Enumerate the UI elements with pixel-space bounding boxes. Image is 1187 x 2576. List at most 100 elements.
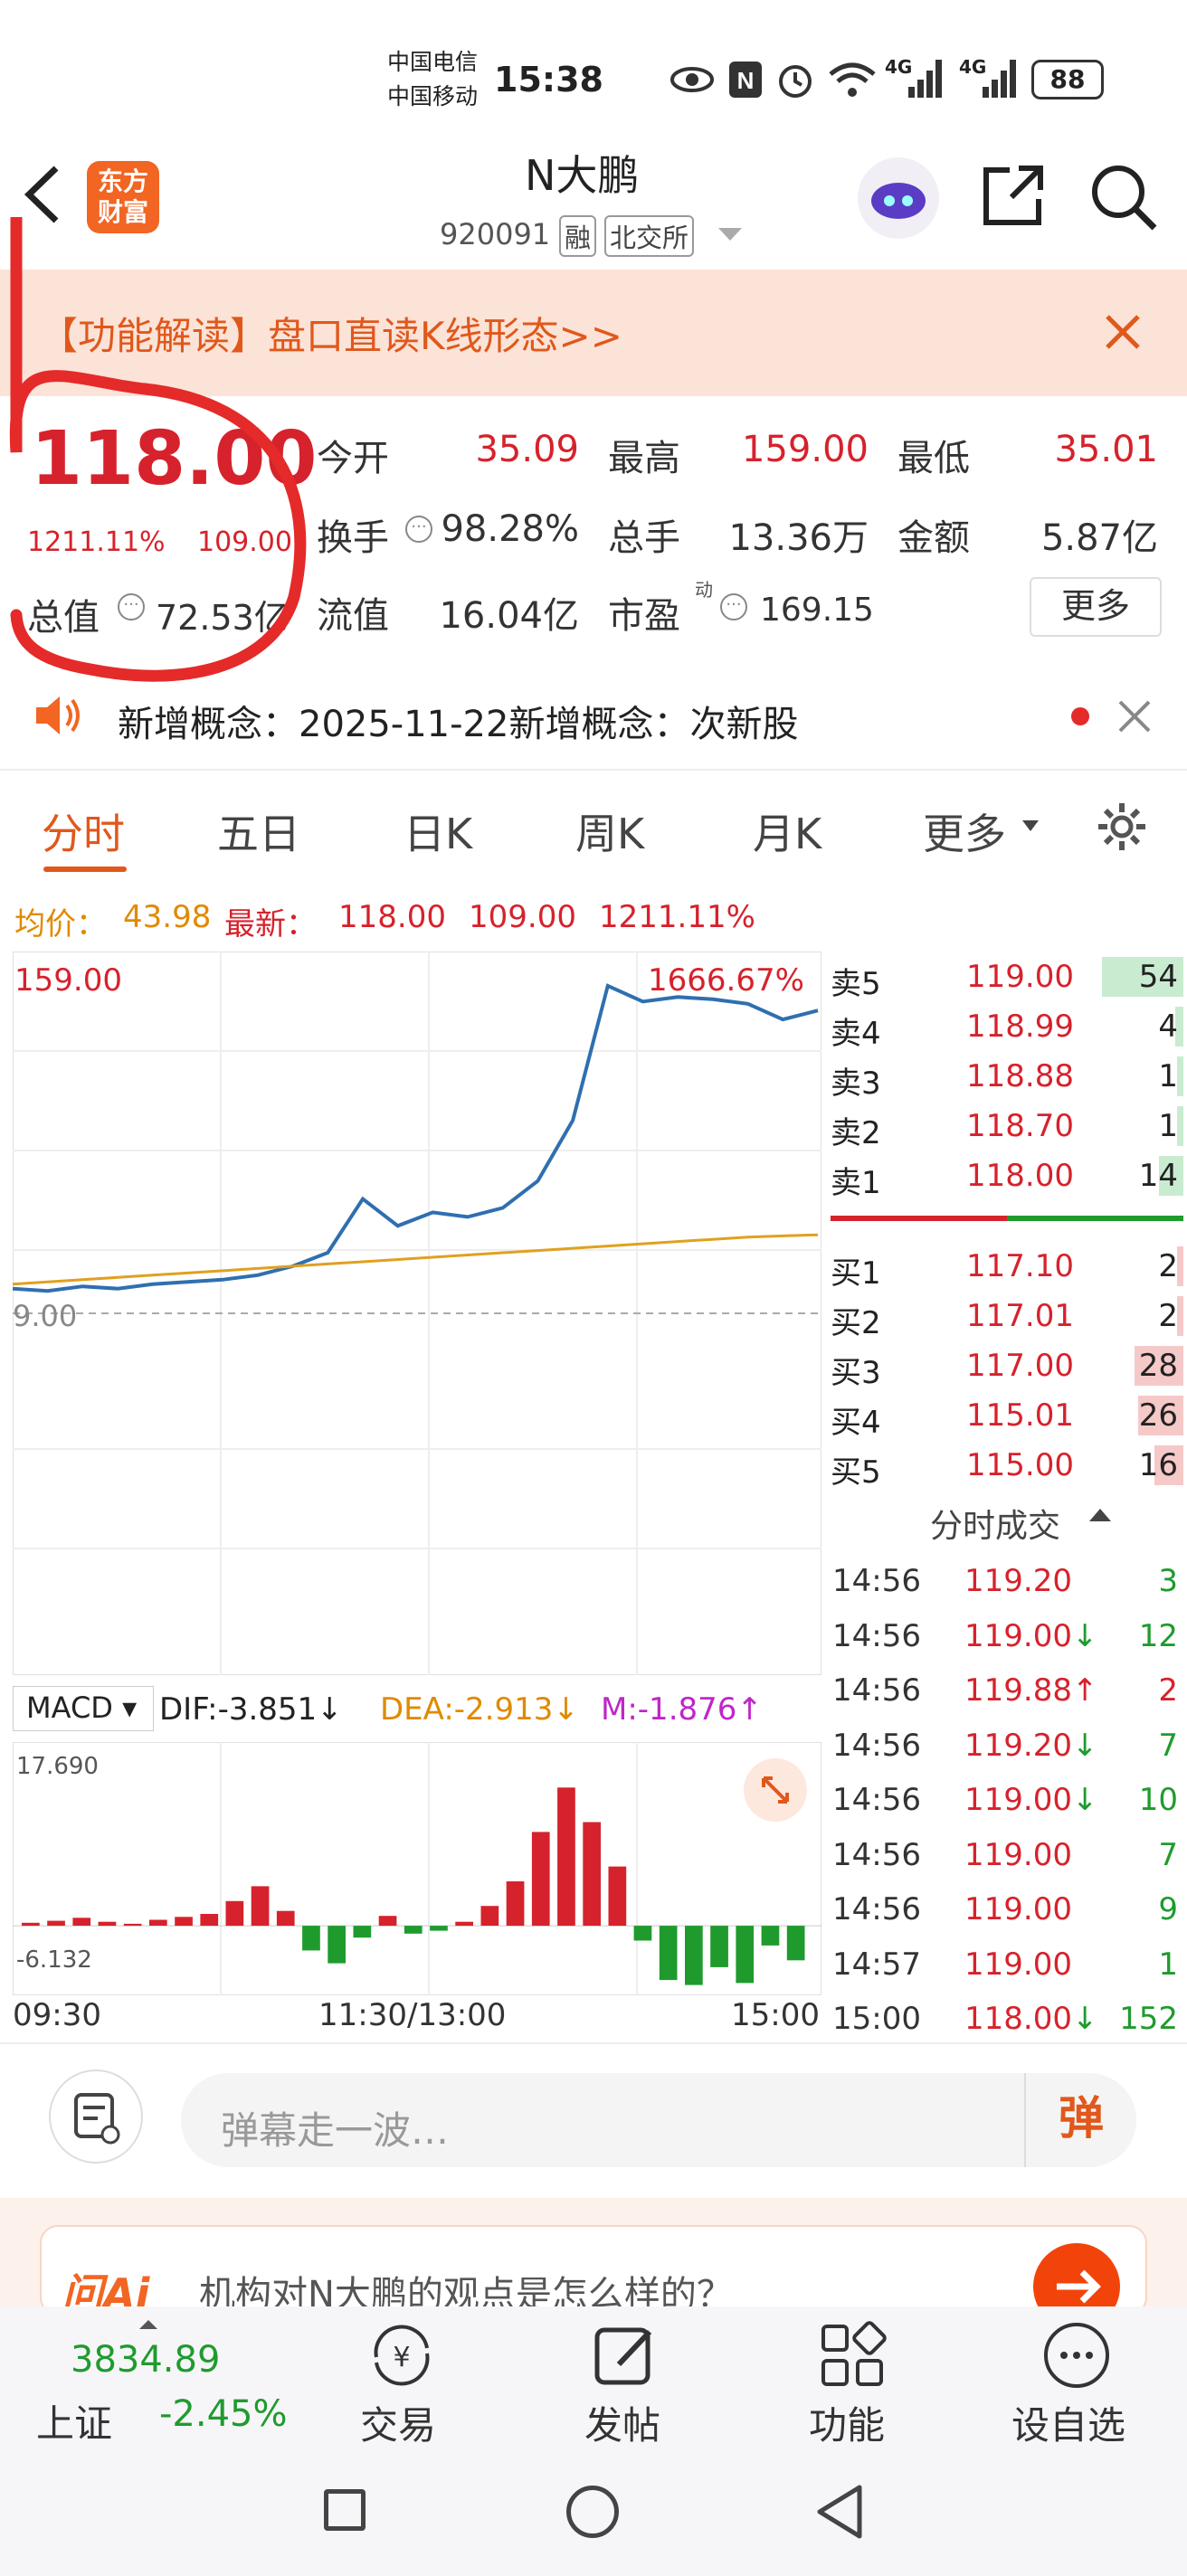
more-button[interactable]: 更多 (1030, 577, 1162, 637)
macd-ymax: 17.690 (16, 1753, 99, 1780)
macd-m: M:-1.876↑ (601, 1691, 763, 1728)
trade-time: 14:56 (832, 1836, 921, 1873)
page-title: N大鹏 (525, 151, 640, 200)
signal-icon (887, 56, 950, 103)
ask-row[interactable]: 卖5 119.00 54 (831, 952, 1183, 1002)
tab-five-day[interactable]: 五日 (217, 801, 300, 861)
margin-tag: 融 (559, 215, 597, 257)
bid-row[interactable]: 买1 117.10 2 (831, 1241, 1183, 1292)
low-value: 35.01 (1054, 429, 1158, 470)
level-price: 118.99 (966, 1009, 1074, 1045)
ask-row[interactable]: 卖3 118.88 1 (831, 1051, 1183, 1102)
macd-dea: DEA:-2.913↓ (380, 1691, 579, 1728)
chevron-down-icon[interactable] (717, 226, 744, 248)
index-name[interactable]: 上证 (36, 2393, 112, 2448)
ask-row[interactable]: 卖1 118.00 14 (831, 1151, 1183, 1201)
intraday-price-chart[interactable] (13, 952, 821, 1675)
tab-weekly-k[interactable]: 周K (575, 801, 644, 861)
index-pct[interactable]: -2.45% (159, 2393, 288, 2435)
back-nav-icon[interactable] (814, 2484, 865, 2543)
robot-avatar-icon[interactable] (858, 157, 939, 239)
tab-monthly-k[interactable]: 月K (753, 801, 821, 861)
latest-label: 最新： (224, 906, 317, 942)
pe-info-icon[interactable]: ··· (720, 593, 747, 620)
macd-bar (302, 1926, 320, 1951)
level-label: 卖2 (831, 1115, 881, 1151)
settings-gear-icon[interactable] (1095, 800, 1149, 857)
trade-volume: 3 (1158, 1563, 1178, 1599)
search-icon[interactable] (1087, 161, 1160, 237)
more-dots-icon[interactable] (1040, 2319, 1113, 2395)
tab-more[interactable]: 更多 (923, 801, 1006, 861)
nav-function[interactable]: 功能 (809, 2395, 885, 2450)
trade-volume: 2 (1158, 1672, 1178, 1709)
nav-trade[interactable]: 交易 (360, 2395, 436, 2450)
pe-sup: 动 (695, 579, 713, 601)
notice-text[interactable]: 新增概念：2025-11-22新增概念：次新股 (118, 695, 798, 747)
tab-indicator (43, 867, 127, 872)
index-value[interactable]: 3834.89 (71, 2339, 220, 2381)
share-icon[interactable] (979, 161, 1048, 233)
eye-icon (669, 62, 715, 101)
tab-intraday[interactable]: 分时 (42, 801, 125, 861)
bid-row[interactable]: 买4 115.01 26 (831, 1390, 1183, 1441)
level-volume: 1 (1158, 1058, 1178, 1094)
arrow-down-icon: ↓ (1071, 1727, 1098, 1764)
trade-price: 119.88↑ (964, 1672, 1098, 1709)
trade-time: 14:56 (832, 1617, 921, 1654)
trades-title[interactable]: 分时成交 (930, 1500, 1060, 1547)
ask-row[interactable]: 卖4 118.99 4 (831, 1001, 1183, 1052)
level-price: 115.00 (966, 1447, 1074, 1483)
trade-price: 119.00 (964, 1836, 1072, 1873)
trade-price: 119.00 (964, 1891, 1072, 1927)
wifi-icon (825, 56, 879, 105)
nav-add-watchlist[interactable]: 设自选 (1011, 2395, 1125, 2450)
level-label: 卖4 (831, 1016, 881, 1052)
macd-bar (633, 1926, 652, 1941)
macd-bar (685, 1926, 703, 1985)
x-label-open: 09:30 (13, 1997, 101, 2033)
comment-list-icon[interactable] (49, 2069, 143, 2164)
open-label: 今开 (317, 438, 389, 479)
macd-chart[interactable] (13, 1742, 821, 1995)
trade-icon[interactable]: ¥ (366, 2321, 438, 2393)
trade-volume: 152 (1119, 2001, 1178, 2037)
trade-row: 14:56 119.00↓ 12 (831, 1609, 1183, 1663)
latest-pct: 1211.11% (599, 899, 755, 935)
trade-price: 119.00↓ (964, 1782, 1098, 1818)
float-value: 16.04亿 (439, 595, 579, 637)
trade-row: 14:56 119.88↑ 2 (831, 1663, 1183, 1718)
trade-row: 14:56 119.20 3 (831, 1554, 1183, 1608)
expand-icon[interactable] (744, 1758, 807, 1822)
home-icon[interactable] (566, 2486, 619, 2538)
macd-bar (225, 1900, 244, 1927)
notice-close-icon[interactable] (1116, 698, 1153, 738)
dropdown-triangle-icon[interactable] (1022, 819, 1039, 837)
trade-price: 119.20↓ (964, 1727, 1098, 1764)
bid-row[interactable]: 买5 115.00 16 (831, 1440, 1183, 1491)
tab-daily-k[interactable]: 日K (404, 801, 472, 861)
trade-time: 14:56 (832, 1672, 921, 1709)
svg-text:¥: ¥ (393, 2342, 410, 2373)
amount-label: 金额 (897, 517, 970, 559)
send-danmaku-button[interactable]: 弹 (1024, 2073, 1136, 2167)
macd-dif: DIF:-3.851↓ (159, 1691, 343, 1728)
recent-apps-icon[interactable] (324, 2489, 366, 2531)
nav-post[interactable]: 发帖 (584, 2395, 660, 2450)
function-grid-icon[interactable] (818, 2321, 887, 2393)
red-circle-annotation (9, 217, 307, 682)
trade-row: 14:56 119.00 9 (831, 1882, 1183, 1937)
caret-up-icon[interactable] (1089, 1507, 1111, 1527)
indicator-select[interactable]: MACD ▾ (13, 1686, 154, 1731)
comment-placeholder: 弹幕走一波… (221, 2108, 450, 2153)
macd-bar (430, 1926, 448, 1931)
bid-row[interactable]: 买3 117.00 28 (831, 1340, 1183, 1391)
bid-row[interactable]: 买2 117.01 2 (831, 1291, 1183, 1341)
pe-label: 市盈 (608, 595, 680, 637)
level-volume: 2 (1158, 1298, 1178, 1334)
post-edit-icon[interactable] (592, 2321, 660, 2393)
macd-bar (22, 1922, 40, 1927)
ask-row[interactable]: 卖2 118.70 1 (831, 1101, 1183, 1151)
close-icon[interactable] (1100, 309, 1145, 358)
speaker-icon (33, 693, 87, 742)
